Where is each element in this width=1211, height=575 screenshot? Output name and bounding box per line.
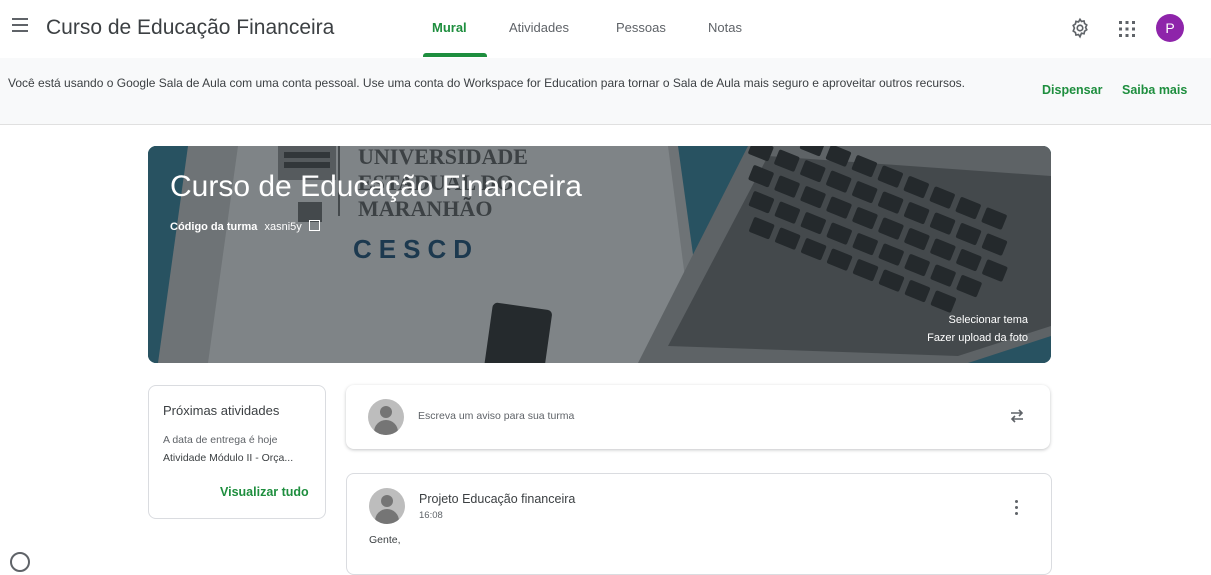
upcoming-card: Próximas atividades A data de entrega é … <box>148 385 326 519</box>
due-today-text: A data de entrega é hoje <box>163 434 277 446</box>
post-time: 16:08 <box>419 510 443 521</box>
announcement-placeholder[interactable]: Escreva um aviso para sua turma <box>418 410 574 422</box>
dismiss-button[interactable]: Dispensar <box>1042 83 1102 97</box>
apps-grid-icon[interactable] <box>1118 20 1136 38</box>
post-author: Projeto Educação financeira <box>419 492 575 506</box>
class-banner: UNIVERSIDADE ESTADUAL DO MARANHÃO CESCD … <box>148 146 1051 363</box>
more-options-icon[interactable] <box>1011 498 1023 516</box>
class-code: xasni5y <box>264 221 301 233</box>
select-theme-link[interactable]: Selecionar tema <box>949 314 1029 326</box>
post-body: Gente, <box>369 534 401 546</box>
help-icon[interactable] <box>10 552 30 572</box>
upload-photo-link[interactable]: Fazer upload da foto <box>927 332 1028 344</box>
view-all-button[interactable]: Visualizar tudo <box>220 485 309 499</box>
announcement-composer[interactable]: Escreva um aviso para sua turma <box>346 385 1050 449</box>
tab-pessoas[interactable]: Pessoas <box>616 20 666 35</box>
hero-class-title: Curso de Educação Financeira <box>170 170 582 204</box>
tab-mural[interactable]: Mural <box>432 20 467 35</box>
gear-icon[interactable] <box>1069 17 1091 39</box>
class-code-row: Código da turma xasni5y <box>170 220 320 233</box>
menu-icon[interactable] <box>12 18 28 32</box>
repost-icon[interactable] <box>1008 407 1026 425</box>
personal-account-banner: Você está usando o Google Sala de Aula c… <box>0 58 1211 125</box>
upcoming-activity-link[interactable]: Atividade Módulo II - Orça... <box>163 452 293 464</box>
upcoming-title: Próximas atividades <box>163 403 279 418</box>
class-title[interactable]: Curso de Educação Financeira <box>46 16 334 40</box>
tab-atividades[interactable]: Atividades <box>509 20 569 35</box>
post-author-avatar-icon <box>369 488 405 524</box>
tab-notas[interactable]: Notas <box>708 20 742 35</box>
learn-more-button[interactable]: Saiba mais <box>1122 83 1187 97</box>
account-avatar[interactable]: P <box>1156 14 1184 42</box>
stream-post: Projeto Educação financeira 16:08 Gente, <box>346 473 1052 575</box>
active-tab-indicator <box>423 53 487 57</box>
top-bar: Curso de Educação Financeira Mural Ativi… <box>0 0 1211 56</box>
fullscreen-icon[interactable] <box>309 220 320 231</box>
banner-message: Você está usando o Google Sala de Aula c… <box>8 74 1008 92</box>
class-code-label: Código da turma <box>170 221 257 233</box>
user-avatar-icon <box>368 399 404 435</box>
